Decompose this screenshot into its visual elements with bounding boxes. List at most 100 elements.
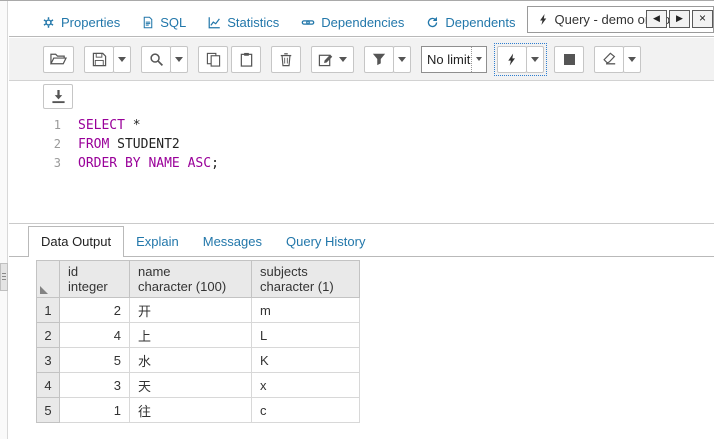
tab-scroll-left-button[interactable]: ◀ [646, 10, 667, 28]
clear-button[interactable] [594, 45, 624, 73]
table-row: 24上L [36, 322, 360, 348]
tab-sql[interactable]: SQL [131, 9, 197, 36]
find-button[interactable] [141, 45, 171, 73]
data-cell[interactable]: 1 [59, 397, 130, 423]
panel-splitter[interactable] [0, 1, 8, 439]
row-number-cell[interactable]: 4 [36, 372, 60, 398]
filter-button[interactable] [364, 45, 394, 73]
caret-down-icon [339, 56, 347, 62]
close-icon: × [698, 11, 706, 25]
save-results-button[interactable] [43, 83, 73, 109]
column-header-name[interactable]: name character (100) [129, 260, 252, 298]
data-cell[interactable]: K [251, 347, 360, 373]
tab-query-history[interactable]: Query History [274, 227, 377, 256]
sort-corner-icon [40, 286, 48, 294]
row-number-cell[interactable]: 2 [36, 322, 60, 348]
edit-dropdown-button[interactable] [311, 45, 354, 73]
find-button-group [141, 45, 188, 73]
data-cell[interactable]: 天 [129, 372, 252, 398]
data-cell[interactable]: 4 [59, 322, 130, 348]
data-cell[interactable]: x [251, 372, 360, 398]
filter-icon [372, 53, 386, 66]
results-tab-bar: Data Output Explain Messages Query Histo… [9, 224, 714, 257]
data-cell[interactable]: 3 [59, 372, 130, 398]
data-cell[interactable]: 2 [59, 297, 130, 323]
properties-icon [43, 17, 54, 28]
tab-scroll-right-button[interactable]: ▶ [669, 10, 690, 28]
row-limit-select[interactable]: No limit [421, 45, 487, 73]
table-row: 51往c [36, 397, 360, 423]
save-button[interactable] [84, 45, 114, 73]
save-results-icon [51, 89, 65, 103]
row-number-cell[interactable]: 3 [36, 347, 60, 373]
sql-editor[interactable]: 1 SELECT * 2 FROM STUDENT2 3 ORDER BY NAME AS… [9, 111, 714, 223]
column-header-subjects[interactable]: subjects character (1) [251, 260, 360, 298]
clear-dropdown-button[interactable] [623, 45, 641, 73]
filter-dropdown-button[interactable] [393, 45, 411, 73]
row-number-cell[interactable]: 5 [36, 397, 60, 423]
tab-dependencies[interactable]: Dependencies [290, 9, 415, 36]
paste-icon [240, 52, 252, 67]
data-output-grid: id integer name character (100) subjects… [36, 260, 360, 423]
row-limit-value: No limit [427, 51, 471, 67]
clear-icon [602, 52, 615, 65]
open-file-button[interactable] [43, 45, 74, 73]
data-cell[interactable]: L [251, 322, 360, 348]
tab-statistics[interactable]: Statistics [197, 9, 290, 36]
code-text: SELECT * [78, 118, 141, 133]
select-all-cell[interactable] [36, 260, 60, 298]
clear-button-group [594, 45, 641, 73]
find-dropdown-button[interactable] [170, 45, 188, 73]
data-cell[interactable]: 水 [129, 347, 252, 373]
code-line[interactable]: 2 FROM STUDENT2 [9, 135, 714, 154]
data-cell[interactable]: 开 [129, 297, 252, 323]
delete-row-button[interactable] [271, 45, 301, 73]
code-line[interactable]: 3 ORDER BY NAME ASC; [9, 154, 714, 173]
results-panel: Data Output Explain Messages Query Histo… [9, 223, 714, 439]
stop-icon [563, 53, 575, 65]
table-row: 12开m [36, 297, 360, 323]
column-name: id [68, 264, 79, 279]
caret-down-icon [398, 56, 406, 62]
statistics-icon [208, 17, 221, 29]
column-header-id[interactable]: id integer [59, 260, 130, 298]
caret-down-icon [175, 56, 183, 62]
data-output-tbody: 12开m24上L35水K43天x51往c [36, 297, 360, 423]
back-icon: ◀ [653, 13, 660, 23]
execute-dropdown-button[interactable] [526, 45, 544, 73]
stop-button[interactable] [554, 45, 584, 73]
results-toolbar [9, 81, 714, 111]
data-cell[interactable]: c [251, 397, 360, 423]
caret-down-icon [531, 56, 539, 62]
row-limit-dropdown[interactable] [471, 46, 486, 72]
data-cell[interactable]: m [251, 297, 360, 323]
query-toolbar: No limit [9, 38, 714, 81]
row-number-cell[interactable]: 1 [36, 297, 60, 323]
tab-label: Explain [136, 234, 179, 249]
open-file-icon [50, 53, 67, 65]
delete-icon [280, 52, 292, 66]
caret-down-icon [628, 56, 636, 62]
save-icon [92, 52, 106, 66]
tab-dependents[interactable]: Dependents [415, 9, 526, 36]
copy-button[interactable] [198, 45, 228, 73]
copy-icon [206, 52, 220, 67]
execute-button[interactable] [497, 45, 527, 73]
save-dropdown-button[interactable] [113, 45, 131, 73]
data-cell[interactable]: 5 [59, 347, 130, 373]
tab-label: Data Output [41, 234, 112, 249]
paste-button[interactable] [231, 45, 261, 73]
grip-icon [2, 272, 6, 282]
query-icon [539, 14, 546, 25]
close-tab-button[interactable]: × [692, 10, 713, 28]
data-cell[interactable]: 往 [129, 397, 252, 423]
tab-label: Statistics [227, 15, 280, 30]
splitter-collapse-handle[interactable] [0, 263, 8, 291]
tab-messages[interactable]: Messages [191, 227, 274, 256]
column-name: subjects [260, 264, 308, 279]
tab-explain[interactable]: Explain [124, 227, 191, 256]
tab-data-output[interactable]: Data Output [28, 226, 125, 257]
code-line[interactable]: 1 SELECT * [9, 116, 714, 135]
data-cell[interactable]: 上 [129, 322, 252, 348]
tab-properties[interactable]: Properties [31, 9, 131, 36]
